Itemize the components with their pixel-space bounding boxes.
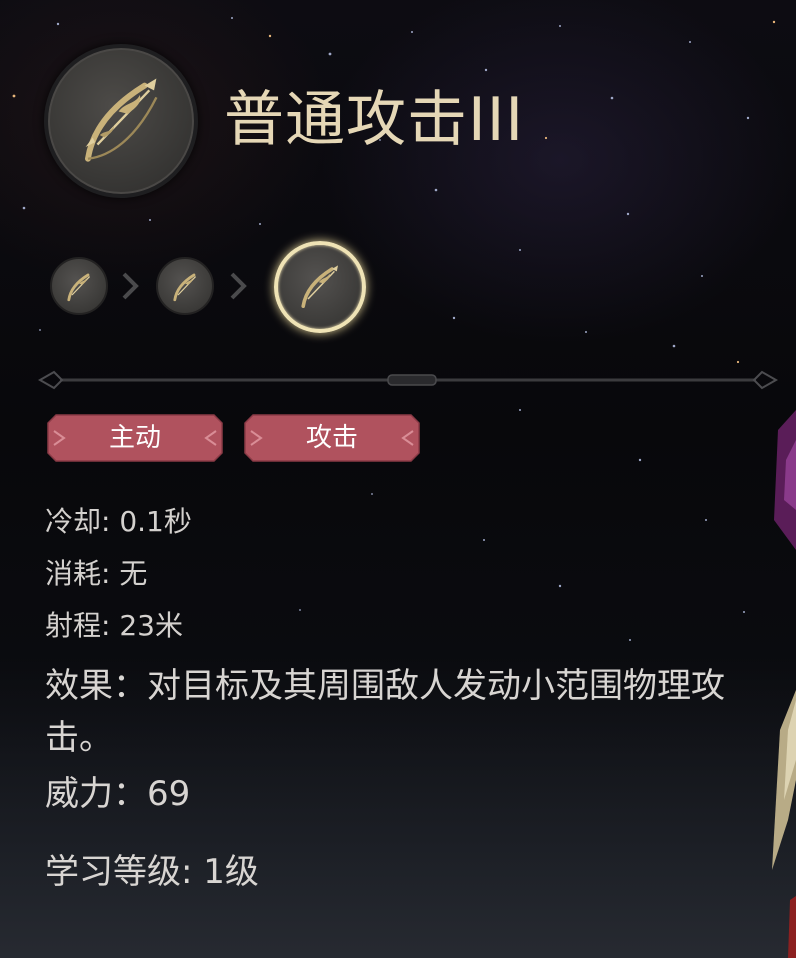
stat-cooldown: 冷却: 0.1秒 [45,505,192,538]
skill-power: 威力：69 [45,774,191,814]
upgrade-tier-3-icon-selected[interactable] [274,241,366,333]
character-model-edge [772,410,796,958]
bow-icon [173,273,197,302]
tag-attack: 攻击 [243,413,421,463]
stat-cost: 消耗: 无 [45,557,148,590]
bow-icon [67,273,91,302]
upgrade-tier-1-icon[interactable] [50,257,108,315]
skill-detail-panel: 普通攻击III 主动 攻击 冷却: 0.1秒 消耗: 无 射程: 23米 效果：… [0,0,796,958]
tag-label: 攻击 [305,423,358,453]
chevron-right-icon [230,272,247,300]
ornamental-divider [37,370,779,390]
stat-range: 射程: 23米 [45,609,183,642]
chevron-right-icon [122,272,139,300]
tag-active: 主动 [46,413,224,463]
tag-label: 主动 [108,423,161,453]
upgrade-tier-2-icon[interactable] [156,257,214,315]
bow-icon [85,78,158,162]
bow-icon [301,265,338,308]
learn-level: 学习等级: 1级 [45,852,259,892]
skill-title: 普通攻击III [224,85,525,155]
skill-icon [44,44,198,198]
skill-effect-description: 效果：对目标及其周围敌人发动小范围物理攻击。 [45,666,725,758]
